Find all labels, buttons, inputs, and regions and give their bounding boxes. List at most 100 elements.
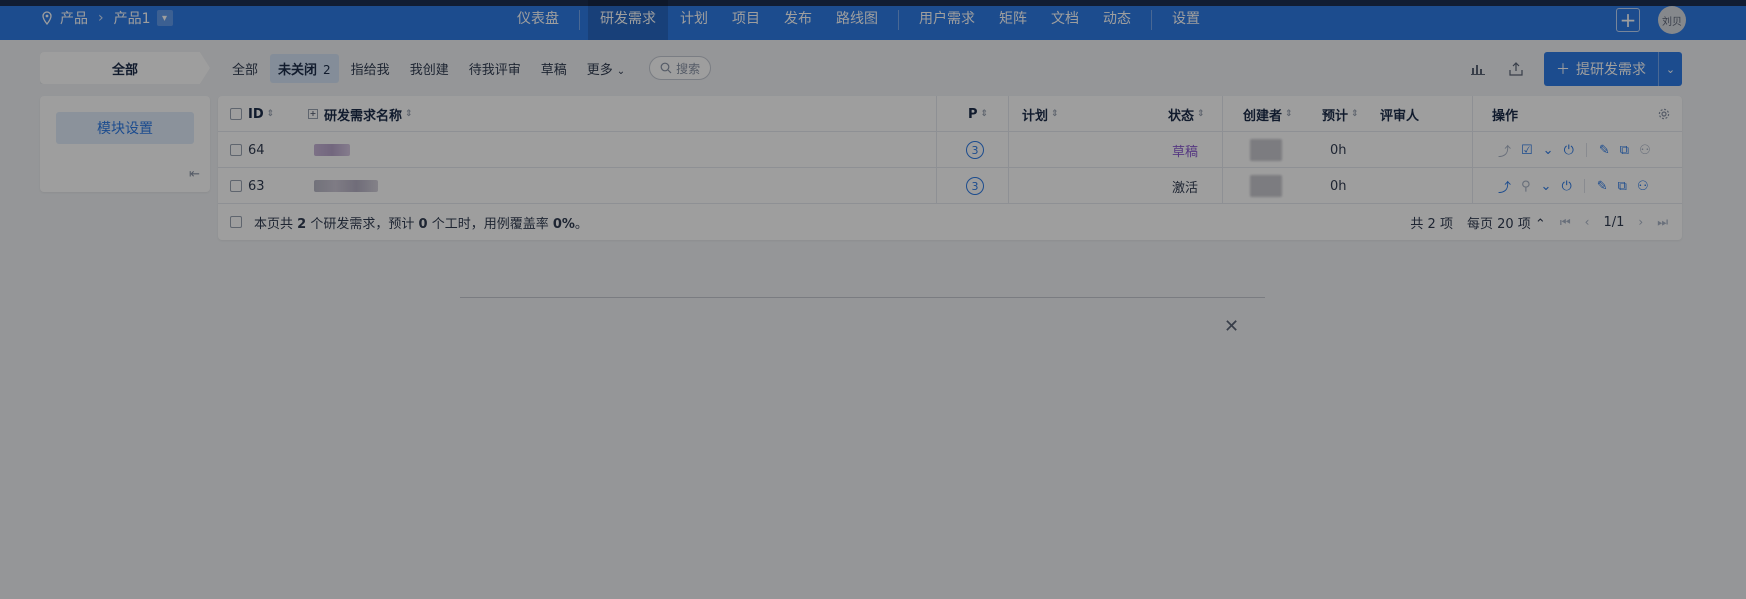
nav-divider (898, 10, 899, 30)
edit-icon[interactable]: ✎ (1597, 179, 1608, 194)
module-all-tab[interactable]: 全部 (40, 52, 210, 84)
search-button[interactable]: 搜索 (649, 56, 712, 80)
review-dropdown-chevron-icon[interactable]: ⌄ (1541, 179, 1552, 194)
sort-icon: ⇕ (1285, 108, 1293, 119)
chevron-down-icon: ⌄ (616, 65, 626, 77)
filter-label: 未关闭 (278, 62, 318, 78)
table-row[interactable]: 63 3 激活 0h ⤴ ⚲ ⌄ ⏻ ✎ ⧉ ⚇ (218, 168, 1682, 204)
breadcrumb-root[interactable]: 产品 (60, 8, 88, 28)
filter-label: 指给我 (350, 62, 390, 78)
nav-matrix[interactable]: 矩阵 (987, 0, 1039, 40)
header-id[interactable]: ID ⇕ (248, 96, 274, 132)
row-title-redacted[interactable] (314, 168, 378, 204)
filter-review-by-me[interactable]: 待我评审 (461, 54, 529, 83)
row-checkbox[interactable] (230, 132, 242, 168)
nav-dashboard[interactable]: 仪表盘 (505, 0, 571, 40)
edit-icon[interactable]: ✎ (1599, 143, 1610, 158)
subdivide-icon[interactable]: ⚇ (1637, 179, 1649, 194)
header-label: ID (248, 106, 264, 122)
nav-project[interactable]: 项目 (720, 0, 772, 40)
table-row[interactable]: 64 3 草稿 0h ⤴ ☑ ⌄ ⏻ ✎ ⧉ ⚇ (218, 132, 1682, 168)
header-plan[interactable]: 计划 ⇕ (1022, 96, 1059, 132)
quick-create-plus-icon[interactable]: + (1616, 8, 1640, 32)
filter-assigned-to-me[interactable]: 指给我 (343, 54, 398, 83)
export-icon[interactable] (1506, 59, 1526, 79)
row-title-redacted[interactable] (314, 132, 350, 168)
top-right-actions: + 刘贝 (1616, 6, 1686, 34)
top-navbar: 产品 › 产品1 ▾ 仪表盘 研发需求 计划 项目 发布 路线图 用户需求 矩阵… (0, 0, 1746, 40)
feature-toolbar: 全部 全部 未关闭 2 指给我 我创建 待我评审 草稿 更多 ⌄ 搜索 ＋提研发需求… (40, 52, 1682, 86)
row-creator-redacted (1250, 132, 1282, 168)
create-dropdown-chevron-icon[interactable]: ⌄ (1658, 52, 1682, 86)
nav-divider (579, 10, 580, 30)
report-chart-icon[interactable] (1468, 59, 1488, 79)
expand-all-icon[interactable]: + (308, 109, 318, 119)
nav-release[interactable]: 发布 (772, 0, 824, 40)
pager-total: 共 2 项 (1410, 216, 1453, 232)
nav-plan[interactable]: 计划 (668, 0, 720, 40)
pager-page: 1/1 (1603, 214, 1625, 230)
row-creator-redacted (1250, 168, 1282, 204)
create-case-icon[interactable]: ⧉ (1620, 143, 1629, 158)
close-power-icon[interactable]: ⏻ (1561, 179, 1571, 194)
filter-unclosed[interactable]: 未关闭 2 (270, 53, 339, 83)
select-all-checkbox[interactable] (230, 96, 242, 132)
priority-badge: 3 (966, 141, 984, 159)
module-sidebar: 模块设置 ⇤ (40, 96, 210, 192)
pager-per-page[interactable]: 每页 20 项 ⌃ (1467, 213, 1546, 232)
filter-more[interactable]: 更多 ⌄ (579, 54, 633, 83)
header-reviewer[interactable]: 评审人 (1380, 96, 1419, 132)
header-priority[interactable]: P ⇕ (968, 96, 988, 132)
first-page-icon[interactable]: ⏮ (1560, 215, 1571, 230)
next-page-icon[interactable]: › (1638, 215, 1643, 229)
avatar[interactable]: 刘贝 (1658, 6, 1686, 34)
sort-icon: ⇕ (1197, 108, 1205, 119)
close-icon[interactable]: ✕ (1224, 316, 1239, 337)
review-dropdown-chevron-icon[interactable]: ⌄ (1543, 143, 1554, 158)
create-case-icon[interactable]: ⧉ (1618, 179, 1627, 194)
filter-all[interactable]: 全部 (224, 54, 266, 83)
product-switch-dropdown-icon[interactable]: ▾ (156, 10, 173, 26)
row-estimate: 0h (1330, 178, 1347, 194)
subdivide-icon[interactable]: ⚇ (1639, 143, 1651, 158)
header-name[interactable]: + 研发需求名称 ⇕ (308, 96, 413, 132)
filter-draft[interactable]: 草稿 (533, 54, 575, 83)
location-pin-icon (42, 11, 52, 25)
nav-activity[interactable]: 动态 (1091, 0, 1143, 40)
change-icon[interactable]: ⤴ (1498, 141, 1511, 160)
breadcrumb-product[interactable]: 产品1 (114, 8, 151, 28)
review-search-icon[interactable]: ⚲ (1521, 179, 1531, 194)
nav-docs[interactable]: 文档 (1039, 0, 1091, 40)
toolbar-right: ＋ 提研发需求 ⌄ (1468, 52, 1682, 86)
sort-icon: ⇕ (1351, 108, 1359, 119)
create-requirement-button[interactable]: ＋ 提研发需求 ⌄ (1544, 52, 1682, 86)
change-icon[interactable]: ⤴ (1498, 177, 1511, 196)
filter-label: 草稿 (540, 62, 567, 78)
prev-page-icon[interactable]: ‹ (1585, 215, 1590, 229)
header-creator[interactable]: 创建者 ⇕ (1243, 96, 1293, 132)
row-priority: 3 (966, 168, 984, 204)
nav-settings[interactable]: 设置 (1160, 0, 1212, 40)
column-settings-gear-icon[interactable] (1658, 96, 1670, 132)
priority-badge: 3 (966, 177, 984, 195)
collapse-sidebar-icon[interactable]: ⇤ (189, 167, 200, 182)
create-requirement-main[interactable]: ＋ 提研发需求 (1544, 52, 1658, 86)
nav-requirements[interactable]: 研发需求 (588, 0, 668, 40)
close-power-icon[interactable]: ⏻ (1564, 143, 1574, 158)
header-label: 研发需求名称 (324, 108, 403, 124)
sort-icon: ⇕ (980, 108, 989, 119)
row-checkbox[interactable] (230, 168, 242, 204)
pagination: 共 2 项 每页 20 项 ⌃ ⏮ ‹ 1/1 › ⏭ (1410, 204, 1668, 240)
nav-roadmap[interactable]: 路线图 (824, 0, 890, 40)
nav-user-requirements[interactable]: 用户需求 (907, 0, 987, 40)
review-icon[interactable]: ☑ (1521, 143, 1533, 158)
footer-select-all-checkbox[interactable] (230, 216, 242, 228)
requirements-table: ID ⇕ + 研发需求名称 ⇕ P ⇕ 计划 ⇕ 状态 ⇕ 创建者 ⇕ 预计 ⇕ 评审人 操作 … (218, 96, 1682, 240)
header-estimate[interactable]: 预计 ⇕ (1322, 96, 1359, 132)
table-header: ID ⇕ + 研发需求名称 ⇕ P ⇕ 计划 ⇕ 状态 ⇕ 创建者 ⇕ 预计 ⇕ 评审人 操作 (218, 96, 1682, 132)
module-settings-button[interactable]: 模块设置 (56, 112, 194, 144)
last-page-icon[interactable]: ⏭ (1657, 215, 1668, 230)
header-status[interactable]: 状态 ⇕ (1168, 96, 1205, 132)
chevron-up-icon: ⌃ (1534, 216, 1546, 232)
filter-created-by-me[interactable]: 我创建 (402, 54, 457, 83)
